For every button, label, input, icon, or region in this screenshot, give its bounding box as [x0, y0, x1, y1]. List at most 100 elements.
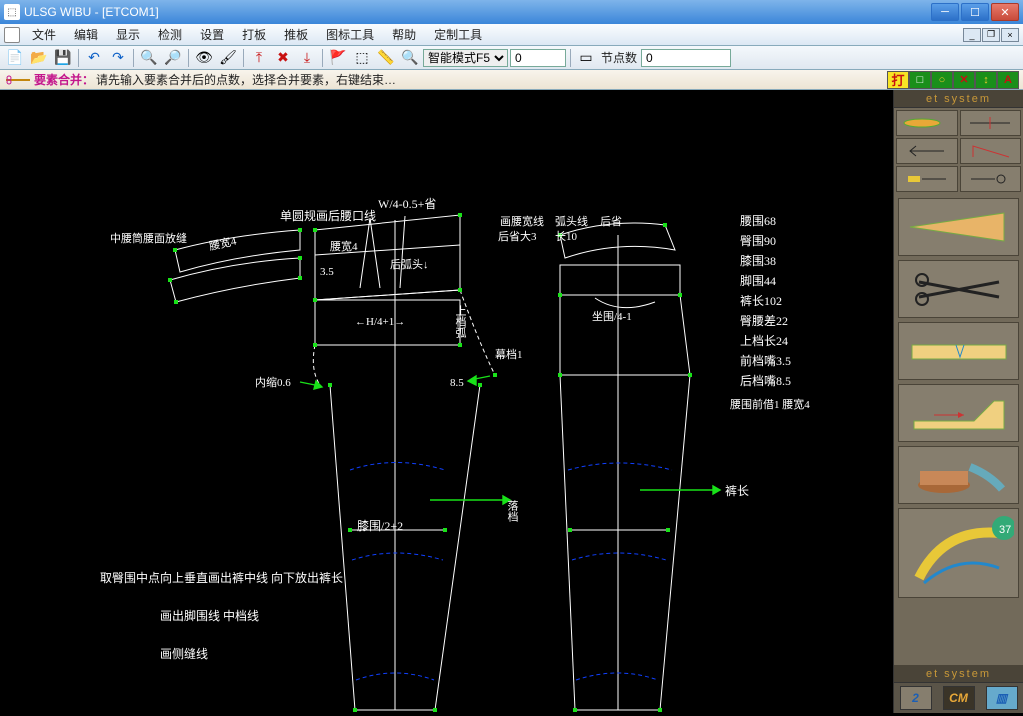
sidebar-brand-bottom: et system — [894, 665, 1023, 683]
svg-text:上档长24: 上档长24 — [740, 334, 788, 348]
window-titlebar: ⬚ ULSG WIBU - [ETCOM1] ─ ☐ ✕ — [0, 0, 1023, 24]
lbl-center: 落档 — [506, 500, 519, 522]
lbl-waist4b: 腰宽4 — [330, 239, 358, 253]
undo-icon[interactable]: ↶ — [83, 48, 105, 68]
window-title: ULSG WIBU - [ETCOM1] — [24, 5, 931, 19]
measurements-list: 腰围68 臀围90 膝围38 脚围44 裤长102 臀腰差22 上档长24 前档… — [730, 214, 810, 411]
rtool-arrows[interactable]: ↕ — [975, 71, 997, 89]
svg-text:臀围90: 臀围90 — [740, 234, 776, 248]
svg-text:膝围38: 膝围38 — [740, 254, 776, 268]
menu-help[interactable]: 帮助 — [384, 24, 424, 45]
col-h5: 长10 — [555, 230, 577, 243]
svg-text:前档嘴3.5: 前档嘴3.5 — [740, 353, 791, 368]
nodes-value-input[interactable] — [641, 49, 731, 67]
note3: 画侧缝线 — [160, 646, 208, 661]
lbl-shrink: 内缩0.6 — [255, 375, 291, 389]
eye-icon[interactable]: 👁 — [193, 48, 215, 68]
tool-compass-icon[interactable] — [960, 166, 1022, 192]
drawing-canvas[interactable]: 单圆规画后腰口线 W/4-0.5+省 中腰筒腰面放缝 腰宽4 腰宽4 3.5 后… — [0, 90, 893, 713]
lbl-back-head: 后弧头↓ — [390, 257, 429, 271]
save-icon[interactable]: 💾 — [52, 48, 74, 68]
mdi-close[interactable]: × — [1001, 28, 1019, 42]
rtool-da[interactable]: 打 — [887, 71, 909, 89]
nodes-label: 节点数 — [601, 49, 637, 66]
minimize-button[interactable]: ─ — [931, 3, 959, 21]
tool-wash-icon[interactable] — [898, 446, 1019, 504]
mdi-minimize[interactable]: _ — [963, 28, 981, 42]
note2: 画出脚围线 中档线 — [160, 608, 259, 623]
tool-arrow-left-icon[interactable] — [896, 138, 958, 164]
maximize-button[interactable]: ☐ — [961, 3, 989, 21]
col-h3: 后省 — [600, 215, 622, 228]
arrow-up-icon[interactable]: ⤒ — [248, 48, 270, 68]
tool-scissors-icon[interactable] — [898, 260, 1019, 318]
app-icon: ⬚ — [4, 4, 20, 20]
svg-text:37: 37 — [999, 524, 1011, 536]
close-button[interactable]: ✕ — [991, 3, 1019, 21]
menu-edit[interactable]: 编辑 — [66, 24, 106, 45]
ruler-icon[interactable]: 📏 — [375, 48, 397, 68]
tool-notch-icon[interactable] — [898, 322, 1019, 380]
app-icon-small — [4, 27, 20, 43]
menu-push[interactable]: 推板 — [276, 24, 316, 45]
footer-btn-page-icon[interactable]: ▥ — [986, 686, 1018, 710]
svg-text:脚围44: 脚围44 — [740, 273, 776, 288]
footer-btn-2[interactable]: 2 — [900, 686, 932, 710]
tool-angle-icon[interactable] — [960, 138, 1022, 164]
command-name: 要素合并： — [34, 71, 94, 88]
arrow-down-icon[interactable]: ⤓ — [296, 48, 318, 68]
scissors-icon — [4, 73, 32, 87]
menu-board[interactable]: 打板 — [234, 24, 274, 45]
lbl-sub1: 中腰筒腰面放缝 — [110, 231, 187, 245]
view-icon[interactable]: ⬚ — [351, 48, 373, 68]
rtool-x[interactable]: ✕ — [953, 71, 975, 89]
sidebar-footer: 2 CM ▥ — [894, 683, 1023, 713]
menu-icons[interactable]: 图标工具 — [318, 24, 382, 45]
tool-measure-icon[interactable] — [896, 166, 958, 192]
command-hint: 请先输入要素合并后的点数，选择合并要素，右键结束… — [96, 71, 396, 88]
zoom-in-icon[interactable]: 🔍 — [138, 48, 160, 68]
svg-text:后档嘴8.5: 后档嘴8.5 — [740, 374, 791, 388]
footer-btn-cm[interactable]: CM — [943, 686, 975, 710]
tool-curve-ruler-icon[interactable]: 37 — [898, 508, 1019, 598]
tool-pencil-icon[interactable] — [896, 110, 958, 136]
menu-custom[interactable]: 定制工具 — [426, 24, 490, 45]
tool-divider-icon[interactable] — [960, 110, 1022, 136]
lbl-top-title: 单圆规画后腰口线 — [280, 208, 376, 223]
redo-icon[interactable]: ↷ — [107, 48, 129, 68]
svg-text:裤长102: 裤长102 — [740, 294, 782, 308]
rtool-circle[interactable]: ○ — [931, 71, 953, 89]
rtool-rect[interactable]: □ — [909, 71, 931, 89]
mdi-restore[interactable]: ❐ — [982, 28, 1000, 42]
main-toolbar: 📄 📂 💾 ↶ ↷ 🔍 🔎 👁 🖌 ⤒ ✖ ⤓ 🚩 ⬚ 📏 🔍 智能模式F5 ▭… — [0, 46, 1023, 70]
tool-pattern-icon[interactable] — [898, 384, 1019, 442]
menu-settings[interactable]: 设置 — [192, 24, 232, 45]
lbl-knee: 膝围/2+2 — [357, 519, 403, 533]
new-icon[interactable]: 📄 — [4, 48, 26, 68]
lbl-up-arc: 上档弧 — [454, 305, 467, 339]
right-sidebar: et system 37 et system 2 CM ▥ — [893, 90, 1023, 713]
sidebar-brand: et system — [894, 90, 1023, 108]
flag-icon[interactable]: 🚩 — [327, 48, 349, 68]
lbl-85: 8.5 — [450, 377, 464, 389]
brush-icon[interactable]: 🖌 — [217, 48, 239, 68]
lbl-seat: 坐围/4-1 — [592, 310, 632, 323]
open-icon[interactable]: 📂 — [28, 48, 50, 68]
lbl-waist4a: 腰宽4 — [208, 233, 238, 253]
lbl-h41: ←H/4+1→ — [355, 316, 405, 328]
select-rect-icon[interactable]: ▭ — [575, 48, 597, 68]
mode-value-input[interactable] — [510, 49, 566, 67]
menu-file[interactable]: 文件 — [24, 24, 64, 45]
menu-check[interactable]: 检测 — [150, 24, 190, 45]
svg-text:腰围68: 腰围68 — [740, 214, 776, 228]
cross-icon[interactable]: ✖ — [272, 48, 294, 68]
rtool-a[interactable]: A — [997, 71, 1019, 89]
tool-wedge-icon[interactable] — [898, 198, 1019, 256]
zoom-out-icon[interactable]: 🔎 — [162, 48, 184, 68]
scale-icon[interactable]: 🔍 — [399, 48, 421, 68]
menu-bar: 文件 编辑 显示 检测 设置 打板 推板 图标工具 帮助 定制工具 _ ❐ × — [0, 24, 1023, 46]
menu-view[interactable]: 显示 — [108, 24, 148, 45]
mode-select[interactable]: 智能模式F5 — [423, 49, 508, 67]
lbl-arc1: 幕档1 — [495, 347, 523, 361]
lbl-35: 3.5 — [320, 266, 334, 278]
